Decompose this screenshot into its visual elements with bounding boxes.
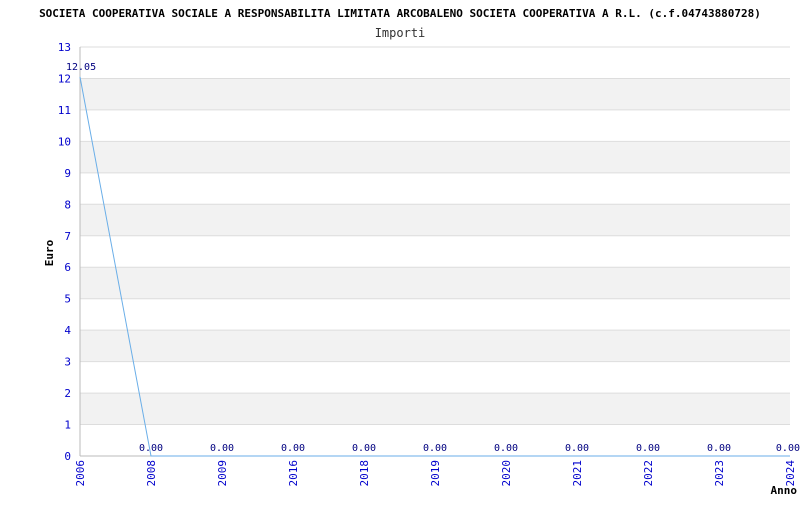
data-label: 0.00 (776, 443, 800, 454)
grid-bands (80, 78, 790, 425)
y-tick-label: 2 (64, 387, 71, 400)
x-tick-label: 2019 (429, 460, 442, 487)
y-tick-label: 12 (58, 72, 71, 85)
x-axis-label: Anno (771, 484, 798, 497)
data-label: 0.00 (281, 443, 305, 454)
line-chart: SOCIETA COOPERATIVA SOCIALE A RESPONSABI… (39, 7, 800, 497)
x-tick-label: 2024 (784, 460, 797, 487)
grid-band (80, 78, 790, 110)
y-axis-ticks: 012345678910111213 (58, 41, 72, 463)
grid-band (80, 204, 790, 236)
x-tick-label: 2022 (642, 460, 655, 487)
y-axis-label: Euro (43, 239, 56, 266)
x-tick-label: 2023 (713, 460, 726, 487)
y-tick-label: 0 (64, 450, 71, 463)
y-tick-label: 5 (64, 293, 71, 306)
grid-band (80, 267, 790, 299)
x-tick-label: 2018 (358, 460, 371, 487)
y-tick-label: 6 (64, 261, 71, 274)
data-label: 0.00 (210, 443, 234, 454)
y-tick-label: 3 (64, 356, 71, 369)
x-tick-label: 2008 (145, 460, 158, 487)
data-label: 0.00 (352, 443, 376, 454)
x-tick-label: 2009 (216, 460, 229, 487)
y-tick-label: 7 (64, 230, 71, 243)
y-tick-label: 4 (64, 324, 71, 337)
y-tick-label: 13 (58, 41, 71, 54)
x-tick-label: 2021 (571, 460, 584, 487)
y-tick-label: 8 (64, 198, 71, 211)
data-label: 0.00 (707, 443, 731, 454)
data-label: 0.00 (565, 443, 589, 454)
data-label: 0.00 (494, 443, 518, 454)
y-tick-label: 9 (64, 167, 71, 180)
y-tick-label: 1 (64, 419, 71, 432)
data-label: 0.00 (139, 443, 163, 454)
chart-container: SOCIETA COOPERATIVA SOCIALE A RESPONSABI… (0, 0, 800, 500)
chart-title: SOCIETA COOPERATIVA SOCIALE A RESPONSABI… (39, 7, 761, 20)
x-tick-label: 2006 (74, 460, 87, 487)
x-tick-label: 2020 (500, 460, 513, 487)
data-label: 0.00 (423, 443, 447, 454)
grid-band (80, 393, 790, 425)
x-axis-ticks: 2006 2008 2009 2016 2018 2019 2020 2021 2022 2023… (74, 460, 797, 487)
grid-band (80, 141, 790, 173)
x-tick-label: 2016 (287, 460, 300, 487)
chart-subtitle: Importi (375, 26, 426, 40)
data-label: 0.00 (636, 443, 660, 454)
y-tick-label: 11 (58, 104, 71, 117)
grid-band (80, 330, 790, 362)
data-label: 12.05 (66, 62, 96, 73)
y-tick-label: 10 (58, 135, 71, 148)
